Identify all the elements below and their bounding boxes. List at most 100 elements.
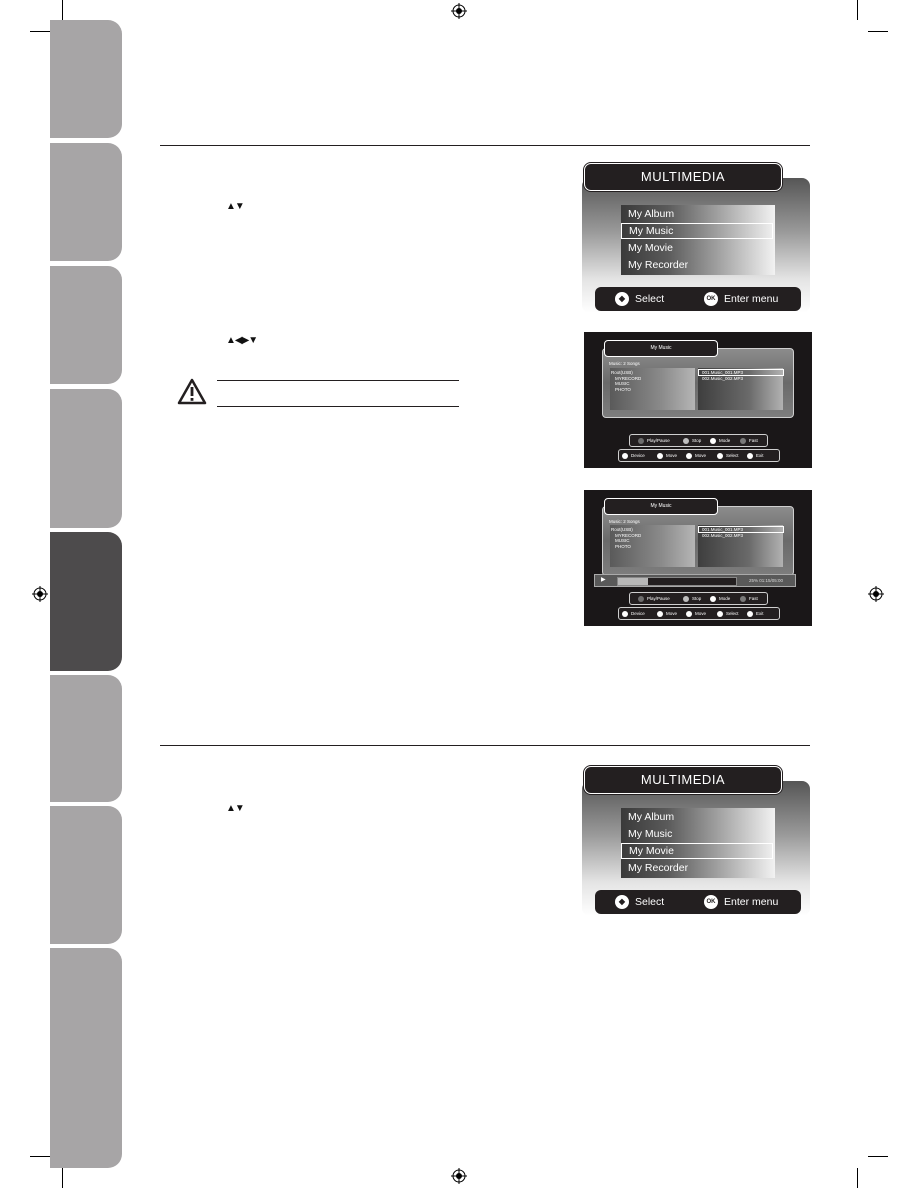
select-diamond-icon: ◆ <box>615 292 629 306</box>
crop-mark <box>62 1168 63 1188</box>
select-hint: Select <box>726 611 739 616</box>
music-player-screen: My Music Music: 2 Songs Root(USB) MYRECO… <box>584 490 812 626</box>
play-pause-button-icon[interactable] <box>638 437 644 444</box>
select-hint: Select <box>726 453 739 458</box>
folder-item[interactable]: PHOTO <box>615 387 631 393</box>
progress-track[interactable] <box>617 577 737 586</box>
song-count: Music: 2 Songs <box>609 361 640 366</box>
warning-triangle-icon <box>177 378 207 405</box>
file-item-selected[interactable]: 001.Music_001.MP3 <box>702 527 743 533</box>
device-hint: Device <box>631 611 645 616</box>
ok-key-icon <box>717 610 723 617</box>
menu-list: My Album My Music My Movie My Recorder <box>621 205 775 275</box>
registration-mark-icon <box>451 3 467 19</box>
side-tab-8[interactable] <box>50 948 122 1168</box>
folder-list: Root(USB) MYRECORD MUSIC PHOTO <box>610 368 695 410</box>
menu-item-my-album[interactable]: My Album <box>621 206 773 222</box>
left-right-key-icon <box>657 610 663 617</box>
stop-label: Stop <box>692 438 702 443</box>
mode-label: Mode <box>719 438 731 443</box>
registration-mark-icon <box>32 586 48 602</box>
crop-mark <box>868 31 888 32</box>
browser-title: My Music <box>604 340 718 357</box>
side-tab-1[interactable] <box>50 20 122 138</box>
side-tab-2[interactable] <box>50 143 122 261</box>
enter-menu-hint: Enter menu <box>724 293 779 305</box>
ok-button-icon: OK <box>704 895 718 909</box>
left-right-key-icon <box>657 452 663 459</box>
side-tab-6[interactable] <box>50 675 122 802</box>
folder-list: Root(USB) MYRECORD MUSIC PHOTO <box>610 525 695 567</box>
exit-key-icon <box>747 452 753 459</box>
section-divider <box>160 745 810 746</box>
menu-item-my-movie-selected[interactable]: My Movie <box>621 843 773 859</box>
crop-mark <box>857 1168 858 1188</box>
side-tab-7[interactable] <box>50 806 122 944</box>
song-count: Music: 2 Songs <box>609 519 640 524</box>
mode-button-icon[interactable] <box>710 595 716 602</box>
menu-footer: ◆ Select OK Enter menu <box>595 890 801 914</box>
fast-button-icon[interactable] <box>740 595 746 602</box>
enter-menu-hint: Enter menu <box>724 896 779 908</box>
crop-mark <box>30 31 50 32</box>
file-item-selected[interactable]: 001.Music_001.MP3 <box>702 370 743 376</box>
menu-list: My Album My Music My Movie My Recorder <box>621 808 775 878</box>
section-divider <box>160 145 810 146</box>
four-way-arrows-icon: ▲◀▶▼ <box>226 335 258 346</box>
stop-button-icon[interactable] <box>683 595 689 602</box>
fast-label: Fast <box>749 438 758 443</box>
browser-title: My Music <box>604 498 718 515</box>
menu-title: MULTIMEDIA <box>584 766 782 794</box>
mode-button-icon[interactable] <box>710 437 716 444</box>
menu-item-my-music[interactable]: My Music <box>621 826 773 842</box>
playback-time: 25% 01:15/05:00 <box>749 578 784 583</box>
side-tab-3[interactable] <box>50 266 122 384</box>
stop-button-icon[interactable] <box>683 437 689 444</box>
multimedia-menu-screen: MULTIMEDIA My Album My Music My Movie My… <box>580 763 812 918</box>
select-hint: Select <box>635 896 665 908</box>
menu-item-my-recorder[interactable]: My Recorder <box>621 257 773 273</box>
navigation-hints: Device Move Move Select Exit <box>618 449 780 462</box>
menu-item-my-music-selected[interactable]: My Music <box>621 223 773 239</box>
navigation-hints: Device Move Move Select Exit <box>618 607 780 620</box>
move-hint: Move <box>695 453 707 458</box>
ok-button-icon: OK <box>704 292 718 306</box>
playback-controls: Play/Pause Stop Mode Fast <box>629 434 768 447</box>
file-item[interactable]: 002.Music_002.MP3 <box>702 533 743 539</box>
move-hint: Move <box>695 611 707 616</box>
registration-mark-icon <box>868 586 884 602</box>
side-tab-5-active[interactable] <box>50 532 122 671</box>
crop-mark <box>62 0 63 20</box>
usb-key-icon <box>622 452 628 459</box>
exit-key-icon <box>747 610 753 617</box>
menu-footer: ◆ Select OK Enter menu <box>595 287 801 311</box>
fast-label: Fast <box>749 596 758 601</box>
fast-button-icon[interactable] <box>740 437 746 444</box>
warning-rule-top <box>217 380 459 381</box>
menu-title: MULTIMEDIA <box>584 163 782 191</box>
device-hint: Device <box>631 453 645 458</box>
music-browser-screen: My Music Music: 2 Songs Root(USB) MYRECO… <box>584 332 812 468</box>
menu-item-my-recorder[interactable]: My Recorder <box>621 860 773 876</box>
playback-progress-bar: ▶ 25% 01:15/05:00 <box>594 574 796 587</box>
play-pause-label: Play/Pause <box>647 596 670 601</box>
usb-key-icon <box>622 610 628 617</box>
file-list: 001.Music_001.MP3 002.Music_002.MP3 <box>698 368 784 410</box>
exit-hint: Exit <box>756 453 764 458</box>
up-down-arrows-icon: ▲▼ <box>226 803 245 814</box>
multimedia-menu-screen: MULTIMEDIA My Album My Music My Movie My… <box>580 160 812 315</box>
exit-hint: Exit <box>756 611 764 616</box>
mode-label: Mode <box>719 596 731 601</box>
play-pause-button-icon[interactable] <box>638 595 644 602</box>
folder-item[interactable]: PHOTO <box>615 544 631 550</box>
file-item[interactable]: 002.Music_002.MP3 <box>702 376 743 382</box>
crop-mark <box>30 1156 50 1157</box>
menu-item-my-movie[interactable]: My Movie <box>621 240 773 256</box>
playback-controls: Play/Pause Stop Mode Fast <box>629 592 768 605</box>
select-hint: Select <box>635 293 665 305</box>
side-tab-4[interactable] <box>50 389 122 528</box>
up-down-key-icon <box>686 610 692 617</box>
move-hint: Move <box>666 453 678 458</box>
crop-mark <box>868 1156 888 1157</box>
menu-item-my-album[interactable]: My Album <box>621 809 773 825</box>
